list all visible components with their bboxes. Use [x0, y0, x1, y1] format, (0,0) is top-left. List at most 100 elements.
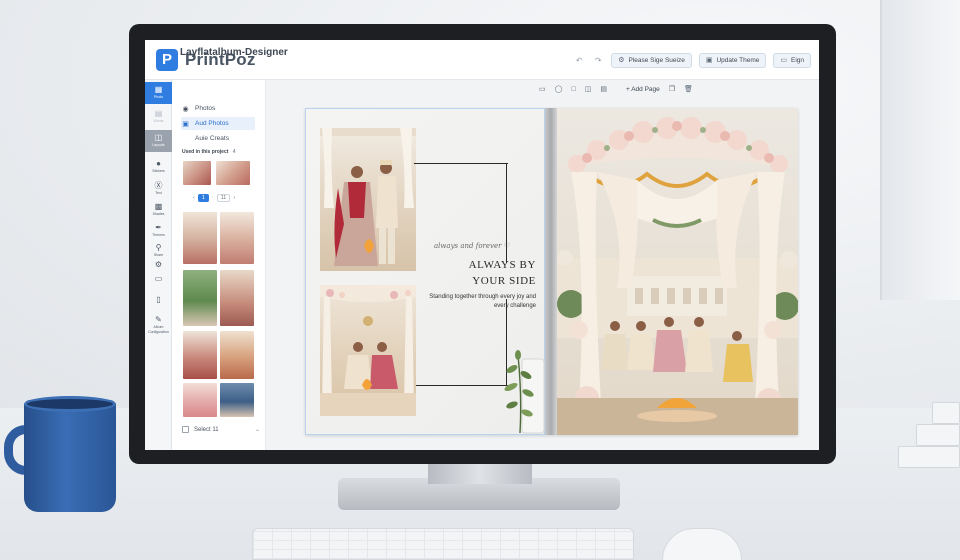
mandap-photo[interactable]	[557, 108, 798, 435]
toolbar-button-label: Update Theme	[716, 56, 760, 64]
sticker-icon: ●	[156, 159, 161, 168]
background-window	[880, 0, 960, 300]
chevron-down-icon[interactable]: ⌄	[255, 426, 260, 433]
rail-label: Themes	[152, 233, 165, 237]
book	[932, 402, 960, 424]
ceremony-illustration	[320, 285, 416, 416]
photo-thumb[interactable]	[220, 383, 254, 417]
rectangle-tool-icon[interactable]: ▭	[539, 85, 546, 93]
rail-item-album-config[interactable]: ✎ Album Configuration	[145, 312, 172, 338]
rail-label: Layouts	[152, 143, 165, 147]
next-page-icon[interactable]: ›	[233, 195, 235, 201]
headline-line-1[interactable]: ALWAYS BY	[436, 259, 536, 271]
photo-thumb[interactable]	[220, 331, 254, 379]
left-page[interactable]: always and forever ♡ ALWAYS BY YOUR SIDE…	[305, 108, 545, 435]
photo-thumb[interactable]	[183, 383, 217, 417]
headline-line-2[interactable]: YOUR SIDE	[436, 275, 536, 287]
top-bar: P PrintPoz ↶ ↷ ⚙ Please Sige Sueize ▣ Up…	[145, 40, 819, 80]
couple-photo[interactable]	[320, 128, 416, 271]
rail-item-console[interactable]: ▯	[145, 292, 172, 308]
album-spine	[545, 108, 557, 435]
panel-item-label: Photos	[195, 105, 216, 112]
trash-icon[interactable]: 🗑	[684, 85, 693, 93]
frame-line-top	[414, 163, 508, 164]
layout-icon: ◫	[154, 133, 163, 142]
logo-icon: P	[156, 48, 178, 71]
document-title: Layflatalbum-Designer	[180, 47, 288, 58]
toolbar-button-1[interactable]: ⚙ Please Sige Sueize	[611, 52, 692, 68]
ceremony-photo[interactable]	[320, 285, 416, 416]
rail-label: Words	[153, 119, 164, 123]
mandap-illustration	[557, 108, 798, 435]
thumb-pager: ‹ 1 ‧ 11 ›	[193, 194, 235, 202]
photo-thumb[interactable]	[183, 212, 217, 264]
update-theme-button[interactable]: ▣ Update Theme	[698, 52, 767, 68]
select-all-label: Select 11	[194, 426, 219, 433]
text-box-icon: Ⓧ	[154, 181, 163, 190]
photo-thumb[interactable]	[220, 270, 254, 326]
rail-item-settings[interactable]: ⚙	[145, 258, 172, 272]
redo-icon[interactable]: ↷	[592, 56, 604, 65]
used-photo-thumb[interactable]	[216, 161, 250, 185]
subtext-caption[interactable]: Standing together through every joy and …	[424, 293, 536, 311]
pager-current[interactable]: 1	[197, 194, 209, 202]
photo-thumb[interactable]	[220, 212, 254, 264]
panel-item-label: Auie Creats	[195, 135, 229, 142]
rail-item-text[interactable]: Ⓧ Text	[145, 178, 172, 200]
photo-thumb[interactable]	[183, 331, 217, 379]
terminal-icon: ▯	[156, 295, 161, 304]
undo-icon[interactable]: ↶	[573, 56, 585, 65]
used-count: 4	[232, 149, 236, 155]
panel-item-photos[interactable]: ◉ Photos	[181, 102, 255, 115]
sign-button[interactable]: ▭ Eign	[773, 52, 811, 68]
photo-thumb[interactable]	[183, 270, 217, 326]
rail-item-words[interactable]: ▤ Words	[145, 106, 172, 128]
image-icon: ▦	[154, 85, 163, 94]
monitor-icon: ▭	[780, 57, 787, 64]
page-separator: ‧	[211, 195, 214, 201]
add-page-button[interactable]: + Add Page	[626, 86, 660, 93]
rail-item-layouts[interactable]: ◫ Layouts	[145, 130, 172, 152]
layout-tool-icon[interactable]: ▤	[600, 85, 607, 93]
frame-tool-icon[interactable]: □	[571, 86, 575, 93]
used-photo-thumb[interactable]	[183, 161, 211, 185]
rail-label: Photo	[153, 95, 164, 99]
select-all-row[interactable]: Select 11 ⌄	[182, 426, 260, 433]
select-all-checkbox[interactable]	[182, 426, 189, 433]
used-label-text: Used in this project	[182, 149, 229, 155]
book	[916, 424, 960, 446]
brush-icon: ✒	[155, 223, 162, 232]
app-screen: P PrintPoz ↶ ↷ ⚙ Please Sige Sueize ▣ Up…	[145, 40, 819, 450]
rail-item-shades[interactable]: ▩ Shades	[145, 199, 172, 221]
left-rail: ▦ Photo ▤ Words ◫ Layouts ● Stickers Ⓧ T…	[145, 80, 172, 450]
mug-rim	[24, 396, 116, 412]
keyboard	[252, 528, 634, 560]
circle-tool-icon[interactable]: ◯	[555, 85, 563, 93]
text-icon: ▤	[154, 109, 163, 118]
rail-item-stickers[interactable]: ● Stickers	[145, 156, 172, 178]
monitor-icon: ▭	[154, 274, 163, 283]
pager-total[interactable]: 11	[216, 194, 231, 202]
rail-item-themes[interactable]: ✒ Themes	[145, 220, 172, 242]
prev-page-icon[interactable]: ‹	[193, 195, 195, 201]
monitor-stand-neck	[428, 462, 532, 484]
copy-page-icon[interactable]: ❐	[669, 85, 675, 93]
image-icon: ◉	[182, 105, 189, 113]
rail-item-photo[interactable]: ▦ Photo	[145, 82, 172, 104]
canvas-toolbar: ▭ ◯ □ ◫ ▤ + Add Page ❐ 🗑	[539, 85, 693, 94]
rail-label: Stickers	[152, 169, 165, 173]
save-icon: ▣	[705, 57, 713, 64]
coffee-mug	[24, 400, 116, 512]
frame-line-bottom	[416, 385, 508, 386]
auto-create-button[interactable]: Auie Creats	[181, 132, 255, 145]
rail-label: Album Configuration	[148, 324, 169, 334]
script-caption[interactable]: always and forever ♡	[434, 242, 510, 250]
add-photos-button[interactable]: ▣ Aud Photos	[181, 117, 255, 130]
settings-icon: ⚙	[154, 260, 163, 269]
rail-item-preview[interactable]: ▭	[145, 272, 172, 286]
rail-label: Text	[155, 191, 162, 195]
grid-tool-icon[interactable]: ◫	[585, 85, 592, 93]
album-spread[interactable]: always and forever ♡ ALWAYS BY YOUR SIDE…	[305, 108, 798, 435]
shade-icon: ▩	[154, 202, 163, 211]
gear-icon: ⚙	[618, 57, 625, 64]
